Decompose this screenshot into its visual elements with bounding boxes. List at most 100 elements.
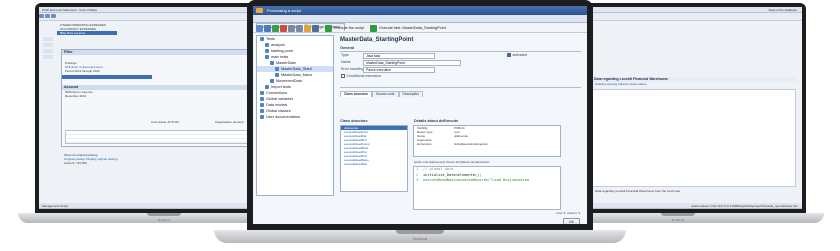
field-type: Type Java task activated	[337, 52, 584, 59]
tree-node-label: Global classes	[266, 109, 291, 113]
script-tree: Tests analysis starting point main tests Mas…	[256, 35, 334, 196]
tree-node-label: User documentation	[266, 115, 300, 119]
script-node-icon	[265, 84, 269, 89]
folder-icon	[260, 108, 264, 113]
execute-icon[interactable]	[325, 24, 333, 32]
right-status-text: Data regarding Lucebit Financial Warehou…	[595, 189, 681, 193]
center-toolbar: Execute the script Execute fast: MasterD…	[253, 23, 587, 33]
field-name-label: Name	[341, 60, 351, 64]
name-input[interactable]: MasterData_StartingPoint	[363, 60, 461, 66]
detail-pane: MasterData_StartingPoint General Type Ja…	[337, 35, 584, 224]
code-editor[interactable]: 1// global data 2 initialize_Datenelement…	[413, 166, 561, 210]
tree-node-label: analysis	[271, 43, 285, 47]
tree-node-label: MasterData_Maxo	[281, 73, 313, 77]
tree-node-label: MovementData	[276, 79, 302, 83]
subtab-source-code[interactable]: Source code	[372, 91, 399, 97]
right-link[interactable]: Auditing opening balance sheet values	[592, 82, 802, 86]
script-node-icon	[275, 72, 279, 77]
tree-node-label: Import tests	[271, 85, 291, 89]
checkbox-icon	[507, 53, 511, 57]
tree-node[interactable]: User documentation	[257, 114, 333, 120]
tree-node-label: MasterData_Starti	[281, 67, 312, 71]
class-method-item[interactable]: executeReadStat	[341, 162, 407, 166]
execute-fast-icon[interactable]	[370, 24, 378, 32]
folder-icon	[260, 90, 264, 95]
left-tree-row-selected[interactable]: Bldg Rent expense	[57, 31, 117, 35]
detail-value: ScriptExecutionException	[454, 142, 489, 146]
script-node-icon	[265, 54, 269, 59]
center-laptop-screen: Processing a script GOSUZ.BDA.FETILPoint…	[253, 6, 587, 224]
type-select[interactable]: Java task	[363, 53, 435, 59]
tree-node-label: MasterData	[276, 61, 296, 65]
right-window-title: State of the database	[768, 8, 797, 12]
detail-key: Exceptions	[417, 142, 432, 146]
tree-node-label: main tests	[271, 55, 289, 59]
conditional-checkbox[interactable]	[341, 74, 345, 78]
code-line: 3 executeReadBusinessAreaRecords("Load Bu…	[416, 178, 560, 184]
app-logo-icon	[256, 8, 263, 13]
conditional-row: Conditional execution	[337, 73, 584, 80]
field-name: Name MasterData_StartingPoint	[337, 59, 584, 66]
folder-icon	[260, 36, 264, 41]
activated-label: activated	[512, 53, 527, 57]
tree-nodes: Tests analysis starting point main tests Mas…	[257, 36, 333, 120]
code-text: initialize_Datenelemente();	[423, 172, 482, 177]
line-number: 3	[416, 178, 419, 182]
tree-node-label: starting point	[271, 49, 293, 53]
popup-cost-status: Cost status: ACTUAL	[151, 120, 180, 124]
code-text: // global data	[423, 167, 454, 171]
center-window-title: Processing a script	[267, 8, 301, 13]
copy-icon[interactable]	[288, 24, 295, 32]
side-row[interactable]	[43, 43, 53, 47]
paste-icon[interactable]	[296, 24, 303, 32]
execute-button[interactable]: Execute the script	[334, 23, 364, 32]
folder-icon[interactable]	[304, 24, 311, 32]
popup-org-label: Organisation element	[215, 120, 244, 124]
tree-node-label: Data models	[266, 103, 288, 107]
center-tabbar: GOSUZ.BDA.FETILPointChange password	[253, 15, 587, 31]
error-handling-select[interactable]: Pause execution	[363, 67, 435, 73]
tree-node-label: Connections	[266, 91, 288, 95]
field-error-label: Error handling	[341, 67, 364, 71]
toolbar-icon[interactable]	[45, 14, 50, 18]
ok-button[interactable]: OK	[562, 218, 580, 224]
center-laptop-bezel: Processing a script GOSUZ.BDA.FETILPoint…	[247, 0, 593, 232]
side-row[interactable]	[43, 55, 53, 59]
right-report-area	[592, 89, 796, 187]
save-icon[interactable]	[272, 24, 279, 32]
details-title: Details about doExecute	[414, 119, 459, 123]
details-rows: Visibility PUBLIC Return type void Name doExe…	[414, 126, 560, 146]
open-icon[interactable]	[264, 24, 271, 32]
activated-checkbox[interactable]: activated	[507, 52, 527, 59]
side-row[interactable]	[43, 37, 53, 41]
script-node-icon	[275, 66, 279, 71]
detail-heading: MasterData_StartingPoint	[340, 37, 414, 43]
script-node-icon	[265, 42, 269, 47]
popup-selected-row[interactable]	[62, 75, 152, 79]
code-text: executeReadBusinessAreaRecords("Load Bus…	[423, 178, 530, 182]
cursor-position: Line: 5, column: 3	[556, 211, 580, 215]
conditional-label: Conditional execution	[346, 74, 381, 78]
tree-node-label: Tests	[266, 37, 275, 41]
left-side-rows	[43, 37, 53, 199]
class-items: doExecute executeReadCont executeReadDat ex…	[341, 126, 407, 166]
subtab-class-structure[interactable]: Class structure	[340, 91, 373, 97]
left-window-title: Profit and Loss Statement - Cost of Sale…	[42, 8, 98, 12]
toolbar-icon[interactable]	[39, 14, 44, 18]
toolbar-icon[interactable]	[51, 14, 56, 18]
delete-icon[interactable]	[280, 24, 287, 32]
center-brand: MacBook	[412, 237, 428, 241]
side-row[interactable]	[43, 49, 53, 53]
detail-row: Exceptions ScriptExecutionException	[414, 142, 560, 146]
execute-fast-button[interactable]: Execute fast: MasterData_StartingPoint	[379, 23, 445, 32]
folder-icon	[260, 96, 264, 101]
center-laptop-base: MacBook	[214, 230, 626, 243]
general-section-title: General	[340, 45, 581, 52]
field-type-label: Type	[341, 53, 349, 57]
settings-icon[interactable]	[312, 24, 319, 32]
subtab-description[interactable]: Description	[398, 91, 424, 97]
class-structure-title: Class structure	[340, 119, 368, 123]
device-showcase: Profit and Loss Statement - Cost of Sale…	[0, 0, 840, 251]
field-error-handling: Error handling Pause execution	[337, 66, 584, 73]
new-icon[interactable]	[256, 24, 263, 32]
